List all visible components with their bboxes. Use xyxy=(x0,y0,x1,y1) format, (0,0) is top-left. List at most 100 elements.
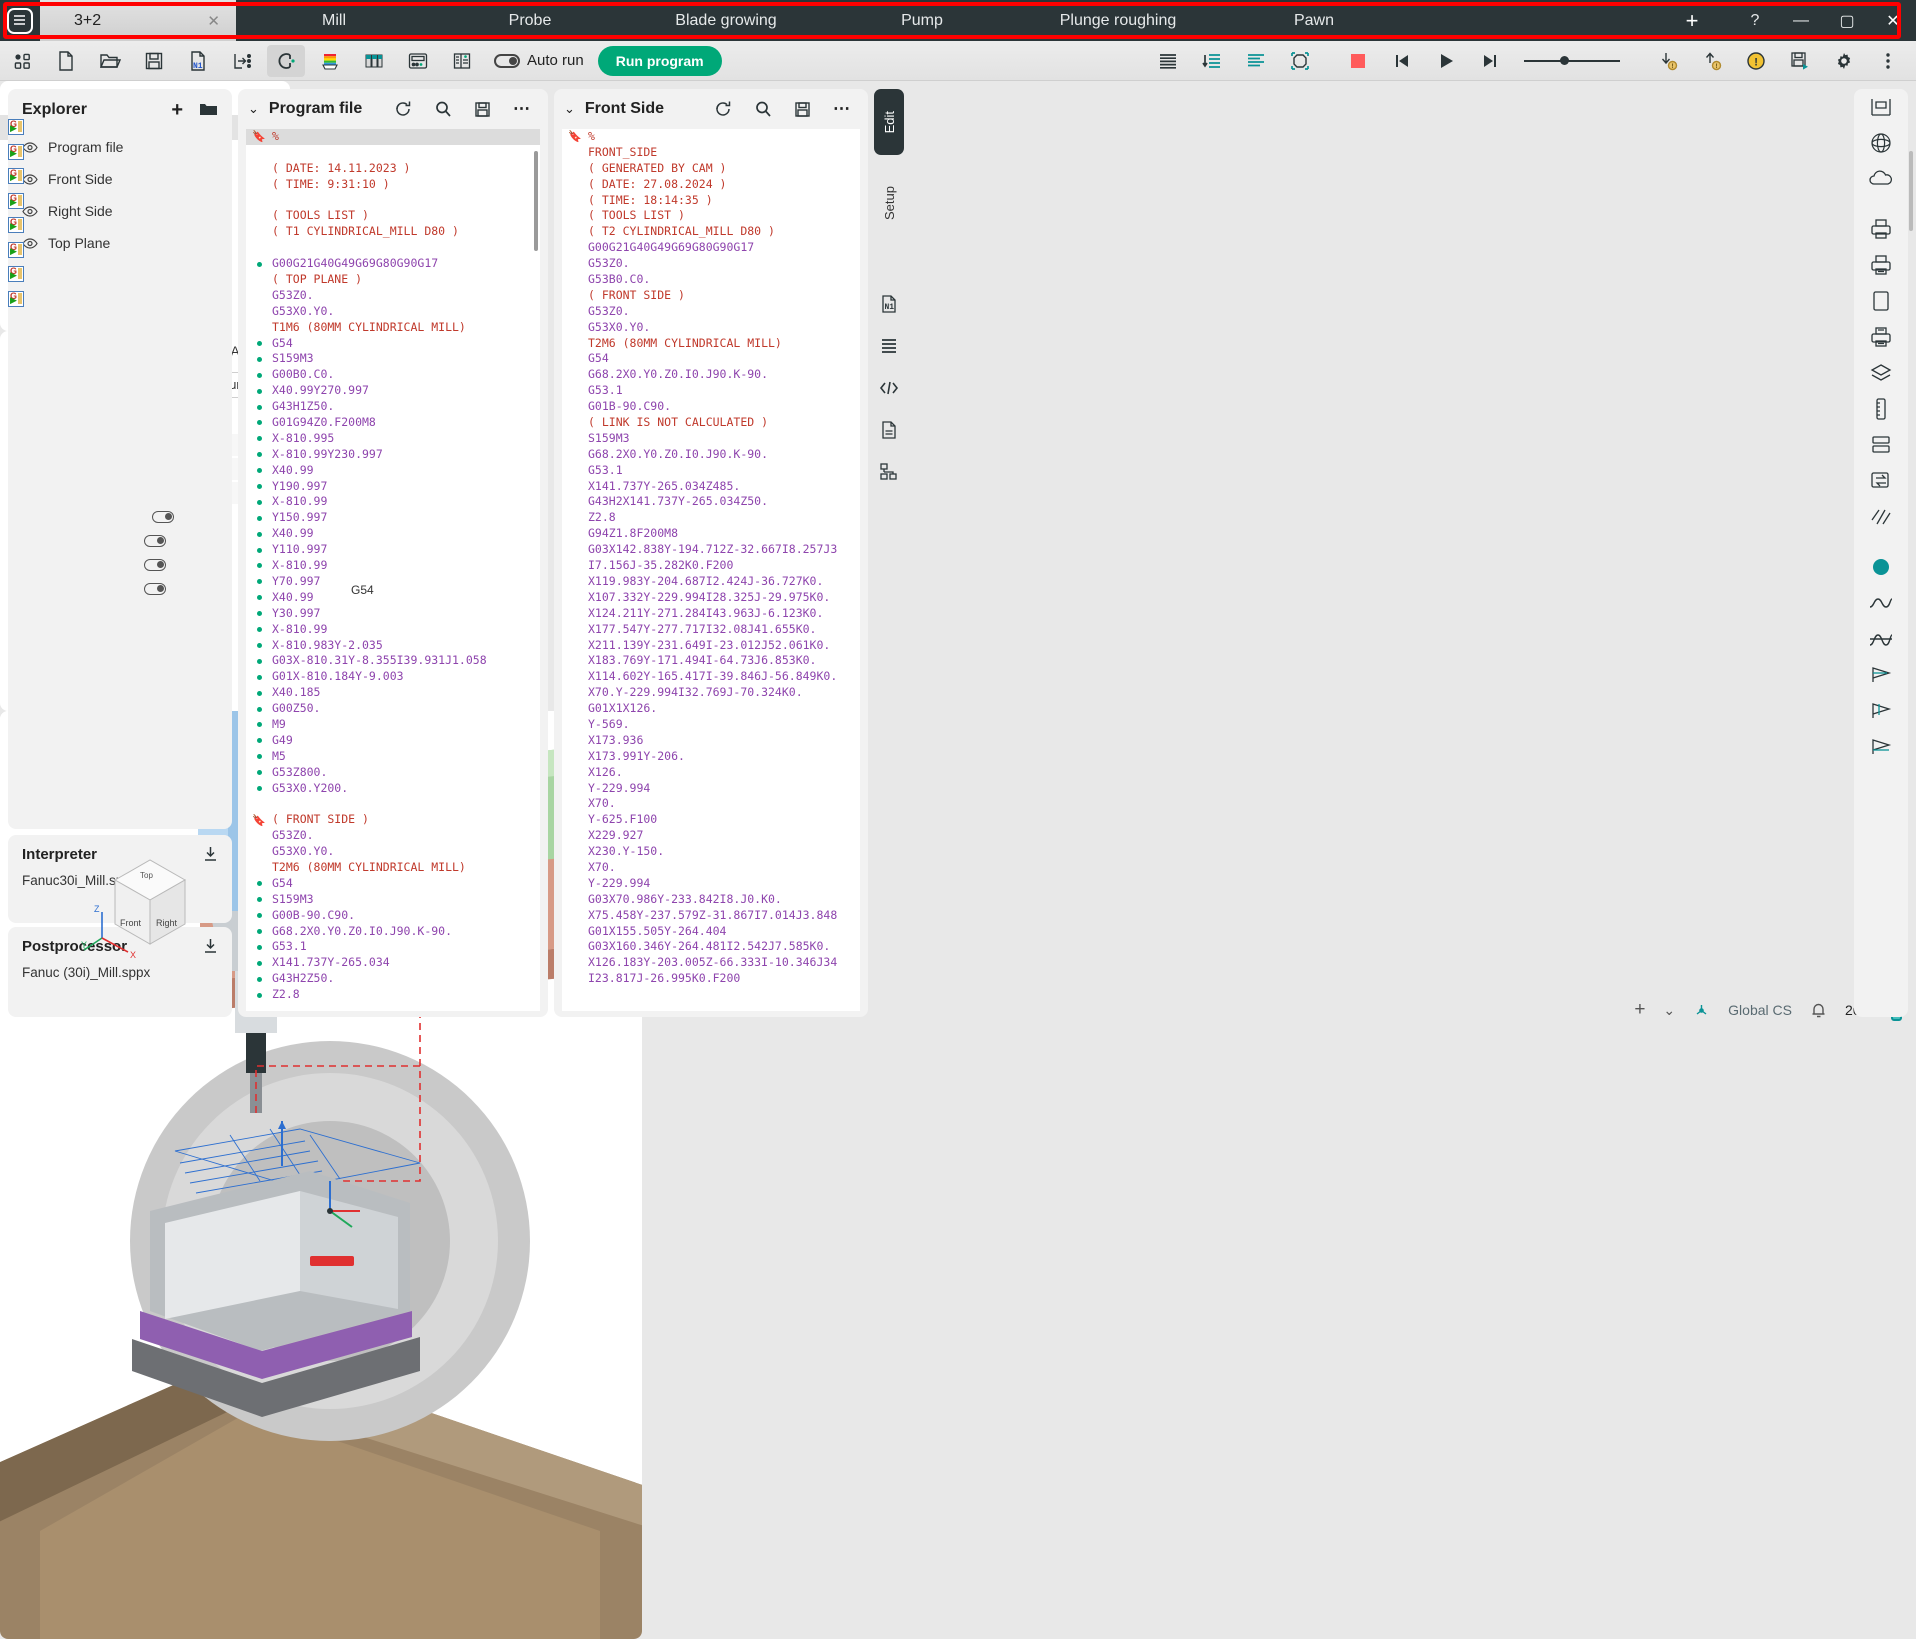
align-justify-icon[interactable] xyxy=(1149,45,1187,77)
rail-tab-setup[interactable]: Setup xyxy=(874,163,904,243)
print1-icon[interactable] xyxy=(1854,211,1908,247)
code-line[interactable]: G54 xyxy=(246,876,540,892)
code-line[interactable]: X70. xyxy=(562,860,860,876)
code-line[interactable]: G53.1 xyxy=(562,383,860,399)
save-icon[interactable] xyxy=(794,101,811,118)
breakpoint-dot[interactable] xyxy=(256,881,262,887)
code-line[interactable]: G94Z1.8F200M8 xyxy=(562,526,860,542)
code-line[interactable]: ( T1 CYLINDRICAL_MILL D80 ) xyxy=(246,224,540,240)
breakpoint-dot[interactable] xyxy=(256,770,262,776)
shape-select-icon[interactable] xyxy=(1281,45,1319,77)
new-file-icon[interactable] xyxy=(47,45,85,77)
code-line[interactable]: G53X0.Y0. xyxy=(246,304,540,320)
code-line[interactable]: X40.99 xyxy=(246,590,540,606)
code-line[interactable]: I23.817J-26.995K0.F200 xyxy=(562,971,860,987)
skip-forward-icon[interactable] xyxy=(1471,45,1509,77)
folder-open-icon[interactable] xyxy=(199,102,218,118)
breakpoint-dot[interactable] xyxy=(256,611,262,617)
breakpoint-dot[interactable] xyxy=(256,420,262,426)
code-line[interactable]: Y110.997 xyxy=(246,542,540,558)
bookmark-icon[interactable]: 🔖 xyxy=(568,130,582,143)
code-line[interactable]: G01X-810.184Y-9.003 xyxy=(246,669,540,685)
flag1-icon[interactable] xyxy=(1854,657,1908,693)
code-line[interactable]: ( DATE: 14.11.2023 ) xyxy=(246,161,540,177)
flag3-icon[interactable] xyxy=(1854,729,1908,765)
cloud-icon[interactable] xyxy=(1854,161,1908,197)
breakpoint-dot[interactable] xyxy=(256,642,262,648)
code-line[interactable] xyxy=(246,145,540,161)
chevron-down-icon[interactable]: ⌄ xyxy=(248,101,259,117)
code-line[interactable]: G53Z800. xyxy=(246,765,540,781)
minimize-button[interactable]: — xyxy=(1778,0,1824,41)
code-line[interactable]: Y150.997 xyxy=(246,510,540,526)
program-file-scrollbar[interactable] xyxy=(534,151,538,251)
code-line[interactable]: X229.927 xyxy=(562,828,860,844)
code-line[interactable]: G00B-90.C90. xyxy=(246,908,540,924)
code-line[interactable]: ( TIME: 9:31:10 ) xyxy=(246,177,540,193)
code-line[interactable]: ( TOP PLANE ) xyxy=(246,272,540,288)
code-line[interactable]: X-810.995 xyxy=(246,431,540,447)
explorer-item-right-side[interactable]: Right Side xyxy=(8,195,232,227)
eye-icon[interactable] xyxy=(22,205,38,217)
breakpoint-dot[interactable] xyxy=(256,579,262,585)
tree-icon[interactable] xyxy=(874,451,904,493)
code-line[interactable]: Y190.997 xyxy=(246,479,540,495)
upload-warning-icon[interactable]: ! xyxy=(1693,45,1731,77)
code-line[interactable]: G01B-90.C90. xyxy=(562,399,860,415)
print2-icon[interactable] xyxy=(1854,247,1908,283)
breakpoint-dot[interactable] xyxy=(256,452,262,458)
editor-scrollbar[interactable] xyxy=(1909,151,1913,231)
code-line[interactable]: T1M6 (80MM CYLINDRICAL MILL) xyxy=(246,320,540,336)
code-line[interactable]: X119.983Y-204.687I2.424J-36.727K0. xyxy=(562,574,860,590)
breakpoint-dot[interactable] xyxy=(256,928,262,934)
skip-back-icon[interactable] xyxy=(1383,45,1421,77)
save-run-icon[interactable] xyxy=(1781,45,1819,77)
close-button[interactable]: ✕ xyxy=(1870,0,1916,41)
breakpoint-dot[interactable] xyxy=(256,531,262,537)
code-line[interactable]: ( GENERATED BY CAM ) xyxy=(562,161,860,177)
code-line[interactable]: G03X-810.31Y-8.355I39.931J1.058 xyxy=(246,653,540,669)
explorer-item-front-side[interactable]: Front Side xyxy=(8,163,232,195)
option-toggle[interactable] xyxy=(144,559,166,571)
breakpoint-dot[interactable] xyxy=(256,515,262,521)
layers-icon[interactable] xyxy=(1854,355,1908,391)
magnet-icon[interactable] xyxy=(267,44,305,77)
breakpoint-dot[interactable] xyxy=(256,547,262,553)
code-line[interactable]: Y-569. xyxy=(562,717,860,733)
code-line[interactable]: X124.211Y-271.284I43.963J-6.123K0. xyxy=(562,606,860,622)
breakpoint-dot[interactable] xyxy=(256,674,262,680)
sphere-icon[interactable] xyxy=(1854,125,1908,161)
explorer-item-top-plane[interactable]: Top Plane xyxy=(8,227,232,259)
breakpoint-dot[interactable] xyxy=(256,563,262,569)
code-line[interactable]: G68.2X0.Y0.Z0.I0.J90.K-90. xyxy=(562,367,860,383)
breakpoint-dot[interactable] xyxy=(256,627,262,633)
breakpoint-dot[interactable] xyxy=(256,738,262,744)
bookmark-icon[interactable]: 🔖 xyxy=(252,814,266,827)
code-line[interactable]: G53X0.Y200. xyxy=(246,781,540,797)
play-icon[interactable] xyxy=(1427,45,1465,77)
code-line[interactable]: X-810.99 xyxy=(246,494,540,510)
code-line[interactable]: Y30.997 xyxy=(246,606,540,622)
search-icon[interactable] xyxy=(434,100,452,118)
new-tab-button[interactable]: + xyxy=(1652,0,1732,41)
breakpoint-dot[interactable] xyxy=(256,261,262,267)
code-line[interactable]: X107.332Y-229.994I28.325J-29.975K0. xyxy=(562,590,860,606)
field-toggle[interactable] xyxy=(152,511,174,523)
code-line[interactable]: X173.936 xyxy=(562,733,860,749)
code-line[interactable]: G54 xyxy=(246,336,540,352)
code-line[interactable]: ( TIME: 18:14:35 ) xyxy=(562,193,860,209)
explorer-item-program-file[interactable]: Program file xyxy=(8,131,232,163)
code-line[interactable]: 🔖% xyxy=(562,129,860,145)
code-line[interactable]: X177.547Y-277.717I32.08J41.655K0. xyxy=(562,622,860,638)
tab-mill[interactable]: Mill xyxy=(236,0,432,41)
tab-pawn[interactable]: Pawn xyxy=(1216,0,1412,41)
tab-blade-growing[interactable]: Blade growing xyxy=(628,0,824,41)
breakpoint-dot[interactable] xyxy=(256,436,262,442)
stop-icon[interactable] xyxy=(1339,45,1377,77)
breakpoint-dot[interactable] xyxy=(256,960,262,966)
code-line[interactable]: I7.156J-35.282K0.F200 xyxy=(562,558,860,574)
machine-icon[interactable] xyxy=(1854,89,1908,125)
code-line[interactable]: G43H2X141.737Y-265.034Z50. xyxy=(562,494,860,510)
code-line[interactable]: Y-229.994 xyxy=(562,781,860,797)
colors-icon[interactable] xyxy=(311,45,349,77)
